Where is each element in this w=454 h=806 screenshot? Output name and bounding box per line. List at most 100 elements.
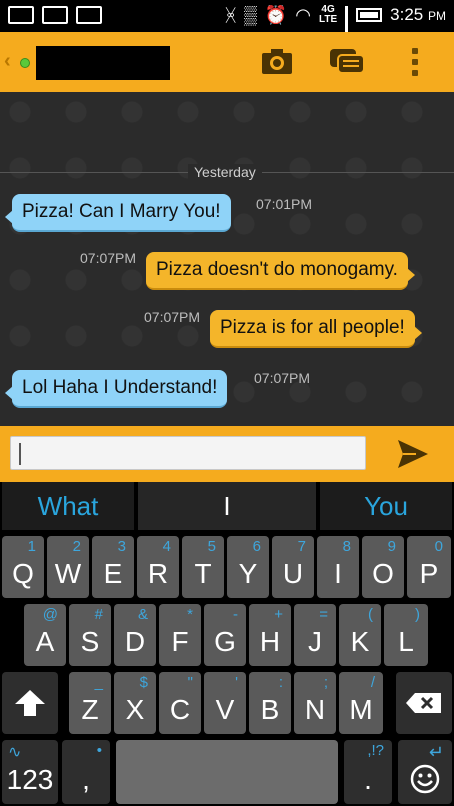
- send-button[interactable]: [396, 438, 430, 470]
- network-lte: LTE: [319, 14, 338, 25]
- key-t[interactable]: 5T: [182, 536, 224, 598]
- key-n[interactable]: ; N: [294, 672, 336, 734]
- key-y[interactable]: 6Y: [227, 536, 269, 598]
- key-hint: ): [415, 606, 420, 623]
- keyboard-icon: [42, 6, 68, 24]
- key-hint: 4: [162, 538, 171, 555]
- key-hint: $: [139, 674, 148, 691]
- key-label: G: [214, 626, 236, 657]
- wifi-icon: ◠: [295, 5, 312, 25]
- suggestion-what[interactable]: What: [2, 482, 134, 530]
- chat-bubbles-icon[interactable]: [328, 46, 368, 81]
- key-label: X: [125, 694, 145, 725]
- key-f[interactable]: * F: [159, 604, 201, 666]
- key-r[interactable]: 4R: [137, 536, 179, 598]
- key-label: Y: [238, 558, 258, 589]
- key-hint: =: [319, 606, 328, 623]
- key-w[interactable]: 2W: [47, 536, 89, 598]
- message-bubble-incoming[interactable]: Pizza! Can I Marry You!: [5, 194, 231, 232]
- back-chevron-icon[interactable]: ‹: [4, 50, 11, 73]
- key-label: N: [304, 694, 326, 725]
- key-c[interactable]: " C: [159, 672, 201, 734]
- key-hint: ,!?: [367, 742, 384, 759]
- message-timestamp: 07:07PM: [254, 370, 311, 386]
- shift-key[interactable]: [2, 672, 58, 734]
- key-label: L: [398, 626, 414, 657]
- key-v[interactable]: ' V: [204, 672, 246, 734]
- key-g[interactable]: -G: [204, 604, 246, 666]
- contact-name-redacted[interactable]: [36, 46, 170, 80]
- key-q[interactable]: 1Q: [2, 536, 44, 598]
- message-bubble-incoming[interactable]: Lol Haha I Understand!: [4, 370, 228, 408]
- clock: 3:25 PM: [390, 5, 446, 25]
- key-b[interactable]: :B: [249, 672, 291, 734]
- suggestion-i[interactable]: I: [138, 482, 316, 530]
- message-timestamp: 07:01PM: [256, 196, 313, 212]
- message-bubble-outgoing[interactable]: Pizza doesn't do monogamy.: [146, 252, 415, 290]
- key-z[interactable]: _ Z: [69, 672, 111, 734]
- key-k[interactable]: (K: [339, 604, 381, 666]
- key-p[interactable]: 0P: [407, 536, 451, 598]
- numbers-key-label: 123: [6, 764, 54, 795]
- key-l[interactable]: ) L: [384, 604, 428, 666]
- camera-icon[interactable]: [260, 46, 294, 81]
- key-hint: *: [187, 606, 193, 623]
- key-label: W: [54, 558, 82, 589]
- key-hint: ': [235, 674, 238, 691]
- key-label: B: [260, 694, 280, 725]
- key-hint: 1: [27, 538, 36, 555]
- key-h[interactable]: + H: [249, 604, 291, 666]
- send-icon: [398, 440, 428, 468]
- backspace-key[interactable]: [396, 672, 452, 734]
- key-hint: 5: [207, 538, 216, 555]
- enter-emoji-key[interactable]: ↵: [398, 740, 452, 804]
- key-d[interactable]: & D: [114, 604, 156, 666]
- key-hint: 3: [117, 538, 126, 555]
- key-hint: 0: [434, 538, 443, 555]
- composer-bar: [0, 426, 454, 482]
- key-hint: &: [137, 606, 148, 623]
- key-m[interactable]: / M: [339, 672, 383, 734]
- message-input[interactable]: [10, 436, 366, 470]
- message-list[interactable]: Yesterday Pizza! Can I Marry You! 07:01P…: [0, 92, 454, 426]
- key-label: Z: [81, 694, 99, 725]
- key-s[interactable]: # S: [69, 604, 111, 666]
- key-label: R: [147, 558, 169, 589]
- suggestion-you[interactable]: You: [320, 482, 452, 530]
- numbers-key[interactable]: ∿ 123: [2, 740, 58, 804]
- key-j[interactable]: = J: [294, 604, 336, 666]
- key-o[interactable]: 9O: [362, 536, 404, 598]
- overflow-menu-icon[interactable]: [412, 48, 424, 81]
- space-key[interactable]: [116, 740, 338, 804]
- alarm-icon: ⏰: [264, 5, 288, 25]
- microphone-icon: •: [96, 742, 102, 759]
- message-timestamp: 07:07PM: [80, 250, 137, 266]
- status-bar: ᚸ ▒ ⏰ ◠ 4G LTE 3:25 PM: [0, 0, 454, 51]
- key-x[interactable]: $ X: [114, 672, 156, 734]
- key-label: H: [259, 626, 281, 657]
- key-u[interactable]: 7U: [272, 536, 314, 598]
- key-label: O: [372, 558, 394, 589]
- image-icon: [76, 6, 102, 24]
- key-label: Q: [12, 558, 34, 589]
- key-a[interactable]: @ A: [24, 604, 66, 666]
- day-separator: Yesterday: [188, 164, 262, 180]
- key-hint: 8: [342, 538, 351, 555]
- period-key[interactable]: ,!? .: [344, 740, 392, 804]
- key-hint: ;: [323, 674, 328, 691]
- key-label: D: [124, 626, 146, 657]
- key-label: V: [215, 694, 235, 725]
- key-label: T: [194, 558, 212, 589]
- signal-icon: [345, 6, 349, 51]
- key-label: F: [171, 626, 189, 657]
- enter-icon: ↵: [428, 742, 444, 762]
- comma-key[interactable]: • ,: [62, 740, 110, 804]
- key-e[interactable]: 3E: [92, 536, 134, 598]
- key-hint: (: [368, 606, 373, 623]
- online-status-icon: [20, 58, 30, 68]
- message-bubble-outgoing[interactable]: Pizza is for all people!: [210, 310, 422, 348]
- key-i[interactable]: 8I: [317, 536, 359, 598]
- key-label: C: [169, 694, 191, 725]
- key-hint: 2: [72, 538, 81, 555]
- key-hint: -: [233, 606, 238, 623]
